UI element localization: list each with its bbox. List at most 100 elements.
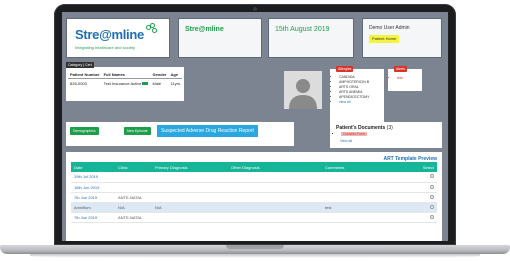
documents-panel: Patient's Documents (3) Consent Form Vie…: [330, 122, 442, 148]
row-primary: [152, 212, 228, 223]
row-date[interactable]: 7th Jun 2019: [71, 212, 115, 223]
row-comments: test: [322, 202, 402, 213]
row-clinic: [115, 182, 152, 193]
adverse-drug-reaction-button[interactable]: Suspected Adverse Drug Reaction Report: [157, 125, 258, 137]
row-comments: [322, 212, 402, 223]
col-date: Date: [71, 162, 115, 172]
select-radio[interactable]: [430, 184, 434, 189]
patient-card: Category | Cert Patient Number Full Name…: [66, 62, 184, 101]
category-label: Category | Cert: [66, 62, 94, 68]
row-clinic: ANTE-NATAL: [115, 192, 152, 203]
documents-title-text: Patient's Documents: [336, 125, 386, 131]
allergy-view-all-item: view all: [339, 100, 369, 104]
row-primary: [152, 172, 228, 183]
alert-item: test: [397, 76, 403, 80]
col-comments: Comments: [322, 162, 402, 172]
row-other: [228, 212, 322, 223]
active-status-icon: [142, 82, 149, 86]
row-primary: N/A: [152, 202, 228, 213]
row-other: [228, 172, 322, 183]
col-other-diagnosis: Other Diagnosis: [228, 162, 322, 172]
col-full-names: Full Names: [101, 71, 151, 79]
row-primary: [152, 192, 228, 203]
current-date: 15th August 2019: [275, 26, 330, 33]
row-comments: [322, 192, 402, 203]
row-other: [228, 182, 322, 193]
documents-list: Consent Form: [336, 132, 368, 136]
row-select-cell: [402, 202, 437, 213]
documents-count: (3): [386, 125, 393, 131]
allergies-panel: Allergies CANDIDA AMPHOTERICIN B ARTS OR…: [330, 66, 384, 125]
patient-row[interactable]: 826-0003 Test Insurance Active Male 11yr…: [68, 79, 182, 89]
table-row[interactable]: 18th Jun 2019: [71, 182, 437, 193]
table-row[interactable]: 19th Jul 2019: [71, 172, 437, 183]
row-date[interactable]: 19th Jul 2019: [71, 172, 115, 183]
date-panel: 15th August 2019: [268, 18, 354, 58]
allergies-list: CANDIDA AMPHOTERICIN B ARTS ORAL ARTS AN…: [334, 75, 369, 105]
patient-table: Patient Number Full Names Gender Age 826…: [68, 71, 182, 88]
app-screen: Stre@mline Integrating healthcare and so…: [62, 12, 448, 241]
select-radio[interactable]: [430, 174, 434, 179]
new-episode-button[interactable]: New Episode: [124, 127, 151, 135]
table-row[interactable]: 7th Jun 2019 ANTE-NATAL: [71, 212, 437, 223]
row-primary: [152, 182, 228, 193]
col-clinic: Clinic: [115, 162, 152, 172]
user-panel: Demo User Admin Patient Home: [362, 18, 442, 58]
allergies-view-all-link[interactable]: view all: [339, 100, 350, 104]
allergies-label[interactable]: Allergies: [336, 66, 354, 72]
row-clinic: ANTE-NATAL: [115, 212, 152, 223]
allergy-item: ARTS ORAL: [339, 85, 369, 89]
logo[interactable]: Stre@mline Integrating healthcare and so…: [66, 18, 170, 58]
documents-title: Patient's Documents (3): [336, 125, 393, 131]
row-select-cell: [402, 192, 437, 203]
allergy-item: APENDICECTOMY: [339, 95, 369, 99]
row-clinic: [115, 172, 152, 183]
allergy-item: AMPHOTERICIN B: [339, 80, 369, 84]
documents-view-all-link[interactable]: View all: [340, 139, 352, 143]
alerts-panel: Alerts test: [388, 66, 422, 91]
patient-gender: Male: [152, 81, 162, 86]
action-bar: Demographics New Episode Suspected Adver…: [66, 122, 294, 146]
select-radio[interactable]: [430, 214, 434, 219]
laptop-shadow: [30, 254, 480, 258]
table-row[interactable]: Amniflum N/A N/A test: [71, 202, 437, 213]
col-age: Age: [168, 71, 182, 79]
document-item[interactable]: Consent Form: [341, 132, 368, 136]
col-primary-diagnosis: Primary Diagnosis: [152, 162, 228, 172]
table-row[interactable]: 7th Jun 2019 ANTE-NATAL: [71, 192, 437, 203]
alerts-list: test: [392, 76, 403, 80]
records-table: Date Clinic Primary Diagnosis Other Diag…: [71, 162, 437, 223]
select-radio[interactable]: [430, 194, 434, 199]
logo-text: Stre@mline: [75, 27, 144, 42]
avatar: [284, 71, 322, 109]
row-other: [228, 192, 322, 203]
allergy-item: ARTS ANEMIA: [339, 90, 369, 94]
brand-name: Stre@mline: [185, 26, 224, 33]
row-other: [228, 202, 322, 213]
alerts-label[interactable]: Alerts: [394, 66, 407, 72]
patient-age: 11yrs: [170, 81, 180, 86]
patient-number: 826-0003: [70, 81, 87, 86]
patient-home-button[interactable]: Patient Home: [369, 35, 400, 43]
row-date[interactable]: Amniflum: [71, 202, 115, 213]
patient-name-cell: Test Insurance Active: [102, 79, 151, 89]
row-clinic: N/A: [115, 202, 152, 213]
row-select-cell: [402, 212, 437, 223]
row-date[interactable]: 7th Jun 2019: [71, 192, 115, 203]
patient-name: Test Insurance Active: [103, 81, 142, 86]
col-gender: Gender: [150, 71, 169, 79]
webcam-icon: [253, 7, 257, 11]
laptop-notch: [226, 245, 284, 249]
demographics-button[interactable]: Demographics: [70, 127, 99, 135]
user-name: Demo User Admin: [369, 25, 410, 31]
select-radio[interactable]: [430, 204, 434, 209]
row-comments: [322, 172, 402, 183]
col-patient-number: Patient Number: [68, 71, 102, 79]
row-date[interactable]: 18th Jun 2019: [71, 182, 115, 193]
records-panel: ART Template Preview Date Clinic Primary…: [66, 152, 442, 241]
row-comments: [322, 182, 402, 193]
logo-tagline: Integrating healthcare and society: [75, 45, 136, 50]
row-select-cell: [402, 172, 437, 183]
document-tag: Consent Form: [341, 132, 368, 136]
brand-panel: Stre@mline: [178, 18, 262, 58]
